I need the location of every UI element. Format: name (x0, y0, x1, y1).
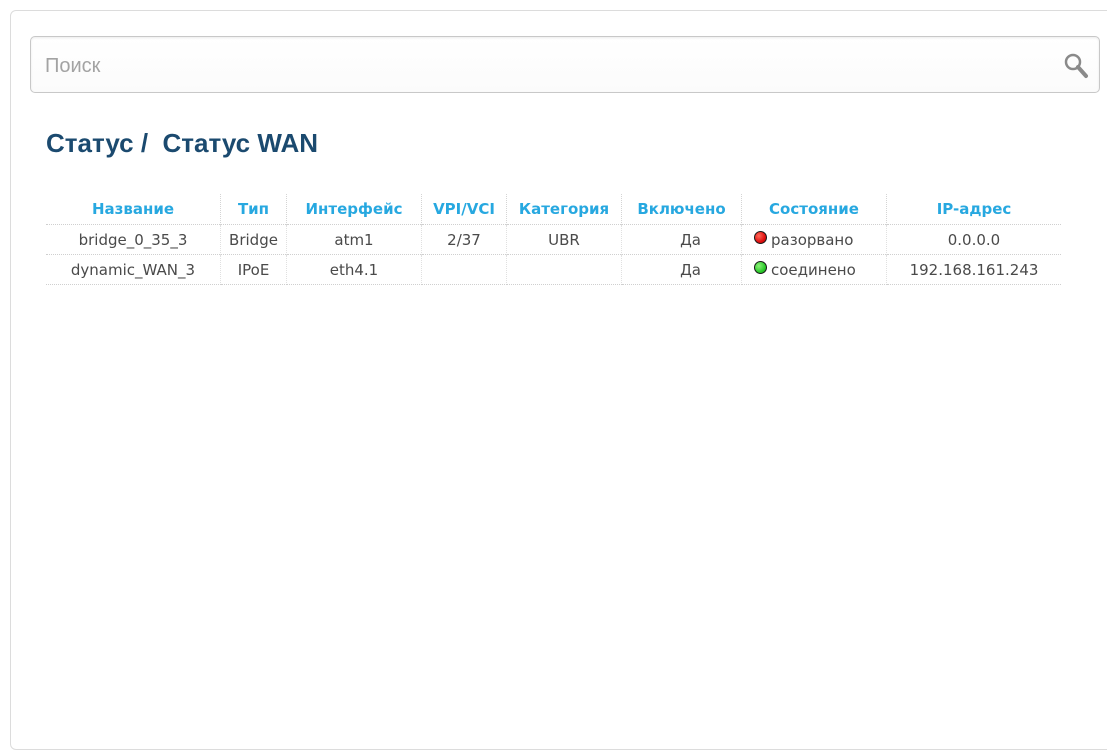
column-header-ip[interactable]: IP-адрес (887, 194, 1062, 225)
state-label: разорвано (771, 230, 854, 249)
column-header-enabled[interactable]: Включено (621, 194, 742, 225)
cell-state: соединено (741, 254, 887, 285)
cell-type: IPoE (220, 254, 287, 285)
cell-category (506, 254, 622, 285)
wan-status-table: Название Тип Интерфейс VPI/VCI Категория… (46, 194, 1061, 285)
search-icon[interactable] (1061, 51, 1091, 81)
cell-enabled: Да (621, 224, 742, 255)
column-header-state[interactable]: Состояние (741, 194, 887, 225)
cell-enabled: Да (621, 254, 742, 285)
table-header-row: Название Тип Интерфейс VPI/VCI Категория… (46, 194, 1061, 225)
search-input[interactable] (43, 45, 1027, 87)
state-label: соединено (771, 260, 856, 279)
cell-ip: 0.0.0.0 (886, 224, 1061, 255)
search-box[interactable] (30, 36, 1100, 93)
column-header-category[interactable]: Категория (506, 194, 622, 225)
status-connected-icon (754, 260, 767, 274)
cell-vpi-vci: 2/37 (421, 224, 507, 255)
cell-ip: 192.168.161.243 (886, 254, 1061, 285)
cell-type: Bridge (220, 224, 287, 255)
cell-vpi-vci (421, 254, 507, 285)
cell-interface: atm1 (286, 224, 422, 255)
column-header-vpi-vci[interactable]: VPI/VCI (421, 194, 507, 225)
page-title: Статус / Статус WAN (46, 128, 319, 158)
column-header-name[interactable]: Название (46, 194, 221, 225)
cell-name: bridge_0_35_3 (46, 224, 221, 255)
cell-interface: eth4.1 (286, 254, 422, 285)
cell-category: UBR (506, 224, 622, 255)
table-row[interactable]: bridge_0_35_3 Bridge atm1 2/37 UBR Да ра… (46, 224, 1061, 255)
cell-state: разорвано (741, 224, 887, 255)
status-disconnected-icon (754, 230, 767, 244)
table-row[interactable]: dynamic_WAN_3 IPoE eth4.1 Да соединено 1… (46, 254, 1061, 285)
column-header-interface[interactable]: Интерфейс (286, 194, 422, 225)
content-panel (10, 10, 1107, 750)
column-header-type[interactable]: Тип (220, 194, 287, 225)
cell-name: dynamic_WAN_3 (46, 254, 221, 285)
